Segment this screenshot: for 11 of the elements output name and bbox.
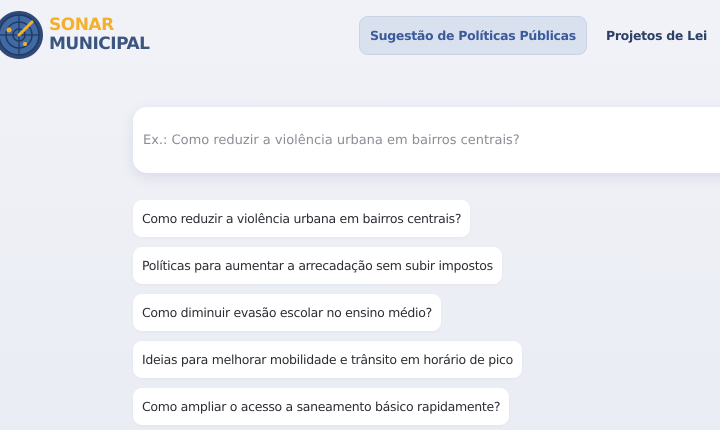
logo-text: SONAR — [49, 16, 115, 35]
suggestion-chip[interactable]: Como reduzir a violência urbana em bairros centrais? — [133, 200, 470, 237]
radar-icon — [0, 10, 44, 60]
logo-text: MUNICIPAL — [49, 35, 150, 54]
suggestion-chip[interactable]: Como diminuir evasão escolar no ensino médio? — [133, 294, 441, 331]
suggestion-chip[interactable]: Ideias para melhorar mobilidade e trânsito em horário de pico — [133, 341, 522, 378]
suggestion-chip[interactable]: Políticas para aumentar a arrecadação sem subir impostos — [133, 247, 502, 284]
nav-tab[interactable]: Sugestão de Políticas Públicas — [358, 16, 587, 54]
suggestion-chip[interactable]: Como ampliar o acesso a saneamento básico rapidamente? — [133, 388, 510, 425]
search-field[interactable]: Ex.: Como reduzir a violência urbana em bairros centrais? — [133, 107, 720, 173]
nav-tab[interactable]: Projetos de Lei — [594, 16, 718, 54]
